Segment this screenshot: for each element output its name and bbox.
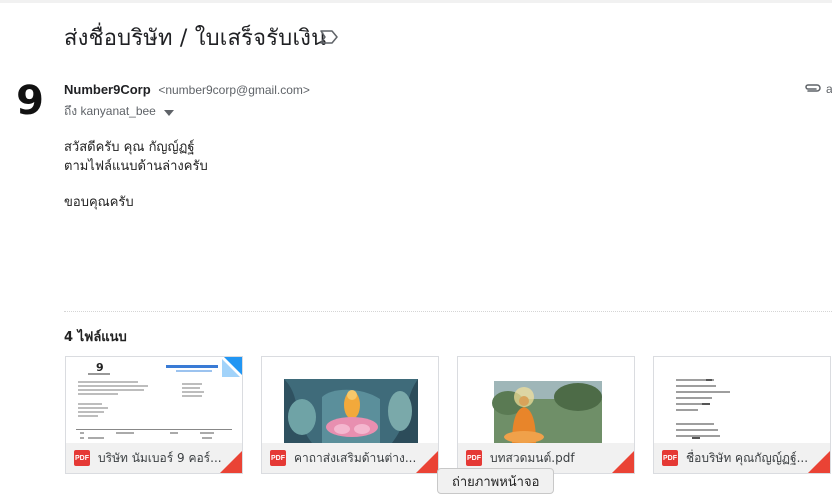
attachment-thumbnail — [262, 357, 438, 443]
attachment-name: ชื่อบริษัท คุณกัญญ์ฏฐ์... — [686, 450, 809, 465]
chevron-down-icon[interactable] — [163, 105, 174, 119]
svg-text:9: 9 — [96, 361, 104, 374]
email-subject: ส่งชื่อบริษัท / ใบเสร็จรับเงิน — [64, 26, 327, 51]
attachment-card[interactable]: PDF คาถาส่งเสริมด้านต่าง... — [261, 356, 439, 474]
recipient-text: ถึง kanyanat_bee — [64, 104, 156, 118]
attachment-footer: PDF บริษัท นัมเบอร์ 9 คอร์... — [66, 443, 242, 473]
pdf-corner-icon — [612, 451, 634, 473]
attachment-card[interactable]: PDF บทสวดมนต์.pdf — [457, 356, 635, 474]
sender-name[interactable]: Number9Corp — [64, 82, 151, 97]
pdf-icon: PDF — [270, 450, 286, 466]
recipient-line: ถึง kanyanat_bee — [64, 102, 174, 121]
attachment-card[interactable]: 9 PDF บริษัท นัมเบอร์ 9 คอร์... — [65, 356, 243, 474]
attachment-footer: PDF คาถาส่งเสริมด้านต่าง... — [262, 443, 438, 473]
top-border — [0, 0, 832, 3]
pdf-icon: PDF — [466, 450, 482, 466]
attachment-name: บริษัท นัมเบอร์ 9 คอร์... — [98, 450, 222, 465]
body-greeting: สวัสดีครับ คุณ กัญญ์ฏฐ์ — [64, 140, 195, 155]
attachment-thumbnail — [458, 357, 634, 443]
pdf-corner-icon — [416, 451, 438, 473]
attachment-count: 4 ไฟล์แนบ — [64, 330, 127, 345]
sender-email: <number9corp@gmail.com> — [158, 83, 310, 97]
pdf-corner-icon — [808, 451, 830, 473]
attachment-clip-icon — [805, 84, 821, 92]
attachment-footer: PDF ชื่อบริษัท คุณกัญญ์ฏฐ์... — [654, 443, 830, 473]
email-body: สวัสดีครับ คุณ กัญญ์ฏฐ์ ตามไฟล์แนบด้านล่… — [64, 138, 208, 212]
pdf-icon: PDF — [662, 450, 678, 466]
pdf-icon: PDF — [74, 450, 90, 466]
attachment-name: บทสวดมนต์.pdf — [490, 450, 575, 465]
screenshot-tooltip: ถ่ายภาพหน้าจอ — [437, 468, 555, 494]
important-label-icon[interactable] — [320, 30, 338, 44]
avatar-glyph: 9 — [16, 78, 44, 122]
body-thanks: ขอบคุณครับ — [64, 195, 134, 210]
body-message: ตามไฟล์แนบด้านล่างครับ — [64, 159, 208, 174]
attachments-divider — [64, 311, 832, 312]
sender-avatar[interactable]: 9 — [8, 78, 52, 122]
attachment-card[interactable]: PDF ชื่อบริษัท คุณกัญญ์ฏฐ์... — [653, 356, 831, 474]
attachment-thumbnail — [654, 357, 830, 443]
pdf-corner-icon — [220, 451, 242, 473]
attachment-name: คาถาส่งเสริมด้านต่าง... — [294, 450, 417, 465]
date-fragment: a — [826, 82, 832, 96]
attachment-thumbnail: 9 — [66, 357, 242, 443]
sender-line: Number9Corp <number9corp@gmail.com> — [64, 82, 310, 97]
